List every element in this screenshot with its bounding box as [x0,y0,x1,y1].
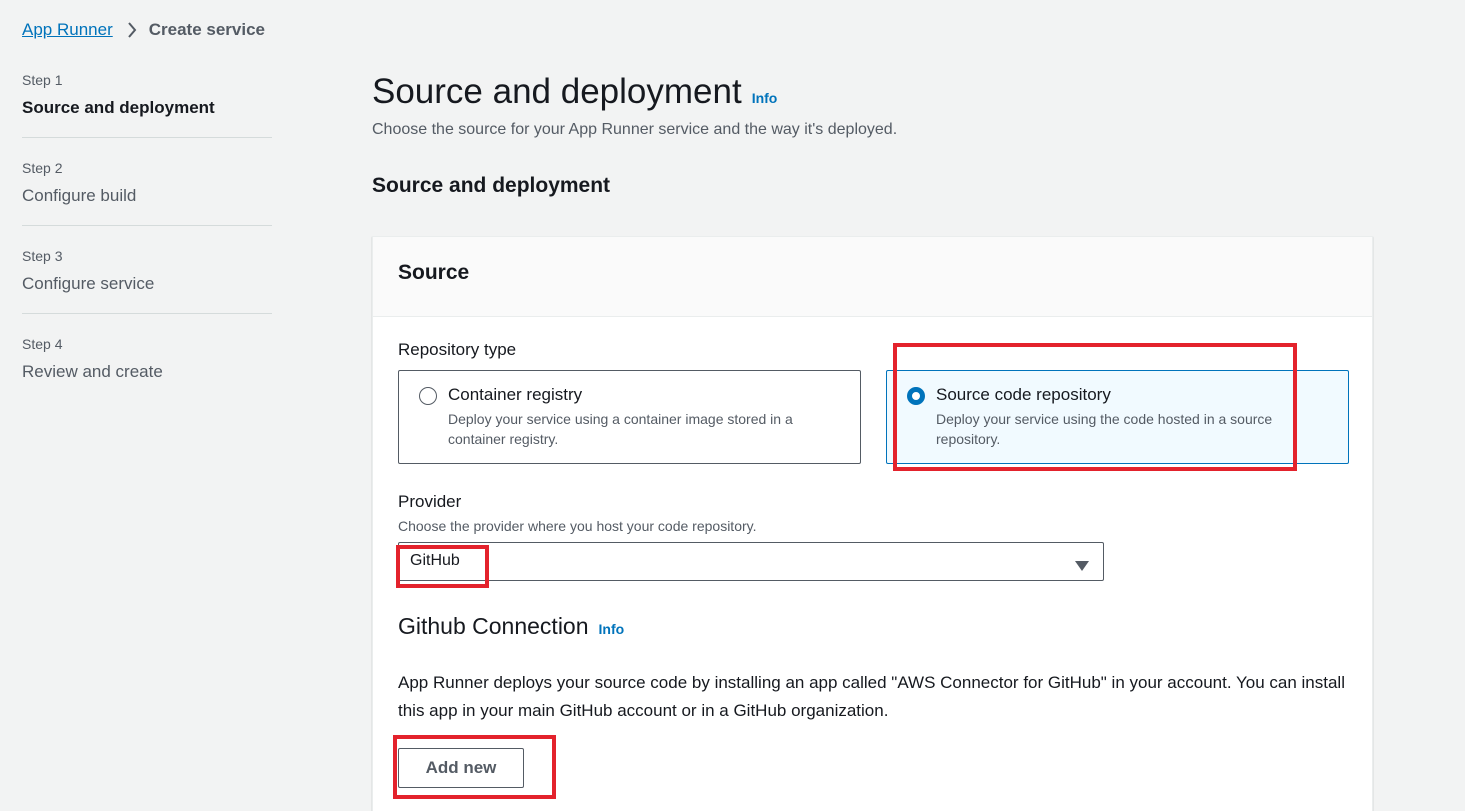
chevron-right-icon [127,22,137,38]
source-code-repository-tile[interactable]: Source code repository Deploy your servi… [886,370,1349,464]
github-connection-header: Github Connection Info [398,613,624,640]
wizard-steps: Step 1 Source and deployment Step 2 Conf… [22,68,272,419]
step-1[interactable]: Step 1 Source and deployment [22,68,272,138]
source-panel-title: Source [398,261,470,284]
step-4: Step 4 Review and create [22,332,272,401]
tile-description: Deploy your service using a container im… [448,411,793,447]
step-number: Step 4 [22,336,63,352]
container-registry-tile[interactable]: Container registry Deploy your service u… [398,370,861,464]
main-content: Source and deployment Info Choose the so… [372,70,1373,198]
create-service-page: App Runner Create service Step 1 Source … [0,0,1465,811]
breadcrumb-current: Create service [148,20,265,39]
step-title: Review and create [22,362,163,381]
add-new-button[interactable]: Add new [398,748,524,788]
caret-down-icon [1075,558,1089,576]
provider-label: Provider [398,492,462,511]
step-2: Step 2 Configure build [22,156,272,226]
breadcrumb: App Runner Create service [22,20,265,40]
step-number: Step 3 [22,248,63,264]
step-title: Source and deployment [22,98,215,117]
provider-select[interactable]: GitHub [398,542,1104,581]
tile-title: Container registry [448,385,583,404]
page-subtitle: Choose the source for your App Runner se… [372,121,898,138]
provider-select-value: GitHub [410,552,460,569]
source-panel-header: Source [373,237,1372,317]
provider-description: Choose the provider where you host your … [398,518,757,534]
step-number: Step 2 [22,160,63,176]
step-title: Configure service [22,274,155,293]
source-panel: Source Repository type Container registr… [372,236,1373,811]
github-connection-description: App Runner deploys your source code by i… [398,673,1345,720]
step-3: Step 3 Configure service [22,244,272,314]
step-number: Step 1 [22,72,63,88]
step-title: Configure build [22,186,137,205]
section-title: Source and deployment [372,174,611,197]
tile-title: Source code repository [936,385,1111,404]
page-title-row: Source and deployment Info [372,70,1373,114]
github-connection-info-link[interactable]: Info [599,621,625,637]
breadcrumb-app-runner-link[interactable]: App Runner [22,20,113,40]
container-registry-radio[interactable] [419,387,437,405]
github-connection-title: Github Connection [398,613,589,639]
source-code-repository-radio[interactable] [907,387,925,405]
page-title: Source and deployment [372,72,742,111]
tile-description: Deploy your service using the code hoste… [936,411,1273,447]
page-info-link[interactable]: Info [752,90,778,106]
repository-type-label: Repository type [398,340,517,359]
